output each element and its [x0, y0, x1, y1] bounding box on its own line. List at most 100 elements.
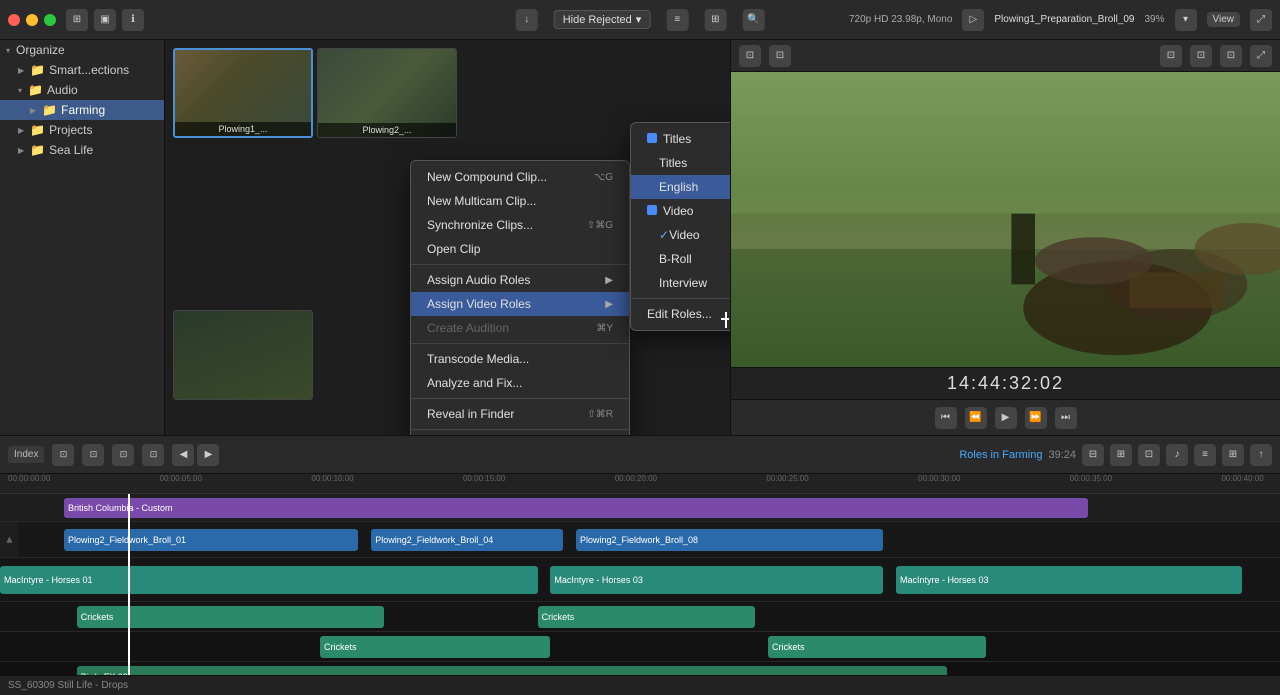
- preview-timecode: 14:44:32:02: [731, 367, 1280, 399]
- video-tag-icon[interactable]: ▷: [962, 9, 984, 31]
- sub-english[interactable]: English: [631, 175, 730, 199]
- maximize-button[interactable]: [44, 14, 56, 26]
- fullscreen-icon[interactable]: ⤢: [1250, 9, 1272, 31]
- sidebar-item-sea-life[interactable]: ▶ 📁 Sea Life: [0, 140, 164, 160]
- ctx-new-compound-clip[interactable]: New Compound Clip... ⌥G: [411, 165, 629, 189]
- sub-titles-header[interactable]: Titles ^⌥T: [631, 127, 730, 151]
- preview-tool-1[interactable]: ⊡: [739, 45, 761, 67]
- transport-back-icon[interactable]: ⏮: [935, 407, 957, 429]
- transport-forward-icon[interactable]: ⏭: [1055, 407, 1077, 429]
- sidebar: ▾ Organize ▶ 📁 Smart...ections ▾ 📁 Audio…: [0, 40, 165, 435]
- ruler-mark-7: 00:00:35:00: [1070, 474, 1112, 483]
- ctx-new-multicam-clip[interactable]: New Multicam Clip...: [411, 189, 629, 213]
- list-view-icon[interactable]: ≡: [666, 9, 688, 31]
- clip-icon[interactable]: ▣: [94, 9, 116, 31]
- preview-tool-3[interactable]: ⊡: [1160, 45, 1182, 67]
- timeline-zoom-2[interactable]: ⊞: [1110, 444, 1132, 466]
- transport-play-icon[interactable]: ▶: [995, 407, 1017, 429]
- audio-clip-birds-label: Birds FX 02: [81, 672, 128, 676]
- clip-toggle-3[interactable]: ⊡: [112, 444, 134, 466]
- nav-right-icon[interactable]: ▶: [197, 444, 219, 466]
- video-clip-2[interactable]: Plowing2_Fieldwork_Broll_04: [371, 529, 563, 551]
- audio-clip-crickets-1[interactable]: Crickets: [77, 606, 384, 628]
- ctx-assign-video-roles[interactable]: Assign Video Roles ▶: [411, 292, 629, 316]
- sidebar-item-smart-collections[interactable]: ▶ 📁 Smart...ections: [0, 60, 164, 80]
- transport-prev-icon[interactable]: ⏪: [965, 407, 987, 429]
- top-bar-center: ↓ Hide Rejected ▾ ≡ ⊞ 🔍: [516, 9, 765, 31]
- preview-tool-2[interactable]: ⊡: [769, 45, 791, 67]
- search-icon[interactable]: 🔍: [742, 9, 764, 31]
- clip-thumbnail-1[interactable]: Plowing1_...: [173, 48, 313, 138]
- nav-left-icon[interactable]: ◀: [172, 444, 194, 466]
- sidebar-item-label: Farming: [61, 103, 105, 117]
- audio-clip-birds[interactable]: Birds FX 02: [77, 666, 947, 676]
- ctx-transcode-media[interactable]: Transcode Media...: [411, 347, 629, 371]
- audio-clip-crickets-4[interactable]: Crickets: [768, 636, 986, 658]
- audio-clip-crickets-2[interactable]: Crickets: [538, 606, 756, 628]
- clip-toggle-1[interactable]: ⊡: [52, 444, 74, 466]
- ctx-move-trash[interactable]: Move to Trash ⌘⌫: [411, 433, 629, 435]
- audio-clip-crickets-3-label: Crickets: [324, 642, 357, 652]
- hide-rejected-button[interactable]: Hide Rejected ▾: [554, 10, 651, 29]
- audio-clip-crickets-3[interactable]: Crickets: [320, 636, 550, 658]
- sub-video-checked[interactable]: ✓Video: [631, 223, 730, 247]
- minimize-button[interactable]: [26, 14, 38, 26]
- ctx-reveal-finder[interactable]: Reveal in Finder ⇧⌘R: [411, 402, 629, 426]
- preview-transport: ⏮ ⏪ ▶ ⏩ ⏭: [731, 399, 1280, 435]
- ctx-analyze-fix[interactable]: Analyze and Fix...: [411, 371, 629, 395]
- sidebar-item-audio[interactable]: ▾ 📁 Audio: [0, 80, 164, 100]
- video-clip-3[interactable]: Plowing2_Fieldwork_Broll_08: [576, 529, 883, 551]
- clip-toggle-2[interactable]: ⊡: [82, 444, 104, 466]
- sidebar-item-projects[interactable]: ▶ 📁 Projects: [0, 120, 164, 140]
- sub-titles-sub[interactable]: Titles: [631, 151, 730, 175]
- import-icon[interactable]: ↓: [516, 9, 538, 31]
- ruler-container: 00:00:00:00 00:00:05:00 00:00:10:00 00:0…: [8, 474, 1272, 493]
- audio-clip-crickets-1-label: Crickets: [81, 612, 114, 622]
- ctx-separator-1: [411, 264, 629, 265]
- zoom-dropdown-icon[interactable]: ▾: [1175, 9, 1197, 31]
- compound-clip[interactable]: British Columbia - Custom: [64, 498, 1088, 518]
- clip-toggle-4[interactable]: ⊡: [142, 444, 164, 466]
- ctx-open-clip[interactable]: Open Clip: [411, 237, 629, 261]
- playhead[interactable]: [128, 494, 130, 675]
- inspector-icon[interactable]: ℹ: [122, 9, 144, 31]
- audio-clip-horses-01-label: MacIntyre - Horses 01: [4, 575, 93, 585]
- timeline-zoom-1[interactable]: ⊟: [1082, 444, 1104, 466]
- timeline-view[interactable]: ⊞: [1222, 444, 1244, 466]
- sidebar-item-organize[interactable]: ▾ Organize: [0, 40, 164, 60]
- sub-edit-roles[interactable]: Edit Roles...: [631, 302, 730, 326]
- preview-tool-4[interactable]: ⊡: [1190, 45, 1212, 67]
- transport-next-icon[interactable]: ⏩: [1025, 407, 1047, 429]
- duration-label: 39:24: [1048, 449, 1076, 461]
- title-bar: ⊞ ▣ ℹ ↓ Hide Rejected ▾ ≡ ⊞ 🔍 720p HD 23…: [0, 0, 1280, 40]
- audio-clip-horses-03a[interactable]: MacIntyre - Horses 03: [550, 566, 883, 594]
- index-button[interactable]: Index: [8, 446, 44, 463]
- timeline-share[interactable]: ↑: [1250, 444, 1272, 466]
- view-button[interactable]: View: [1207, 12, 1241, 27]
- sub-b-roll[interactable]: B-Roll: [631, 247, 730, 271]
- sub-interview[interactable]: Interview: [631, 271, 730, 295]
- traffic-lights[interactable]: [8, 14, 56, 26]
- ruler-mark-6: 00:00:30:00: [918, 474, 960, 483]
- close-button[interactable]: [8, 14, 20, 26]
- sub-video-header[interactable]: Video ^⌥V: [631, 199, 730, 223]
- ctx-assign-audio-roles[interactable]: Assign Audio Roles ▶: [411, 268, 629, 292]
- track-audio-1: MacIntyre - Horses 01 MacIntyre - Horses…: [0, 558, 1280, 602]
- timeline-roles[interactable]: ≡: [1194, 444, 1216, 466]
- audio-clip-horses-03b-label: MacIntyre - Horses 03: [900, 575, 989, 585]
- library-icon[interactable]: ⊞: [66, 9, 88, 31]
- preview-fullscreen[interactable]: ⤢: [1250, 45, 1272, 67]
- timeline-audio[interactable]: ♪: [1166, 444, 1188, 466]
- grid-view-icon[interactable]: ⊞: [704, 9, 726, 31]
- ctx-synchronize-clips[interactable]: Synchronize Clips... ⇧⌘G: [411, 213, 629, 237]
- preview-tool-5[interactable]: ⊡: [1220, 45, 1242, 67]
- sidebar-item-farming[interactable]: ▶ 📁 Farming: [0, 100, 164, 120]
- audio-clip-horses-03b[interactable]: MacIntyre - Horses 03: [896, 566, 1242, 594]
- chevron-icon: ▶: [30, 106, 36, 115]
- audio-clip-horses-01[interactable]: MacIntyre - Horses 01: [0, 566, 538, 594]
- clip-thumbnail-2[interactable]: Plowing2_...: [317, 48, 457, 138]
- clip-thumbnail-3[interactable]: [173, 310, 313, 400]
- video-clip-1[interactable]: Plowing2_Fieldwork_Broll_01: [64, 529, 358, 551]
- ctx-create-audition[interactable]: Create Audition ⌘Y: [411, 316, 629, 340]
- timeline-options[interactable]: ⊡: [1138, 444, 1160, 466]
